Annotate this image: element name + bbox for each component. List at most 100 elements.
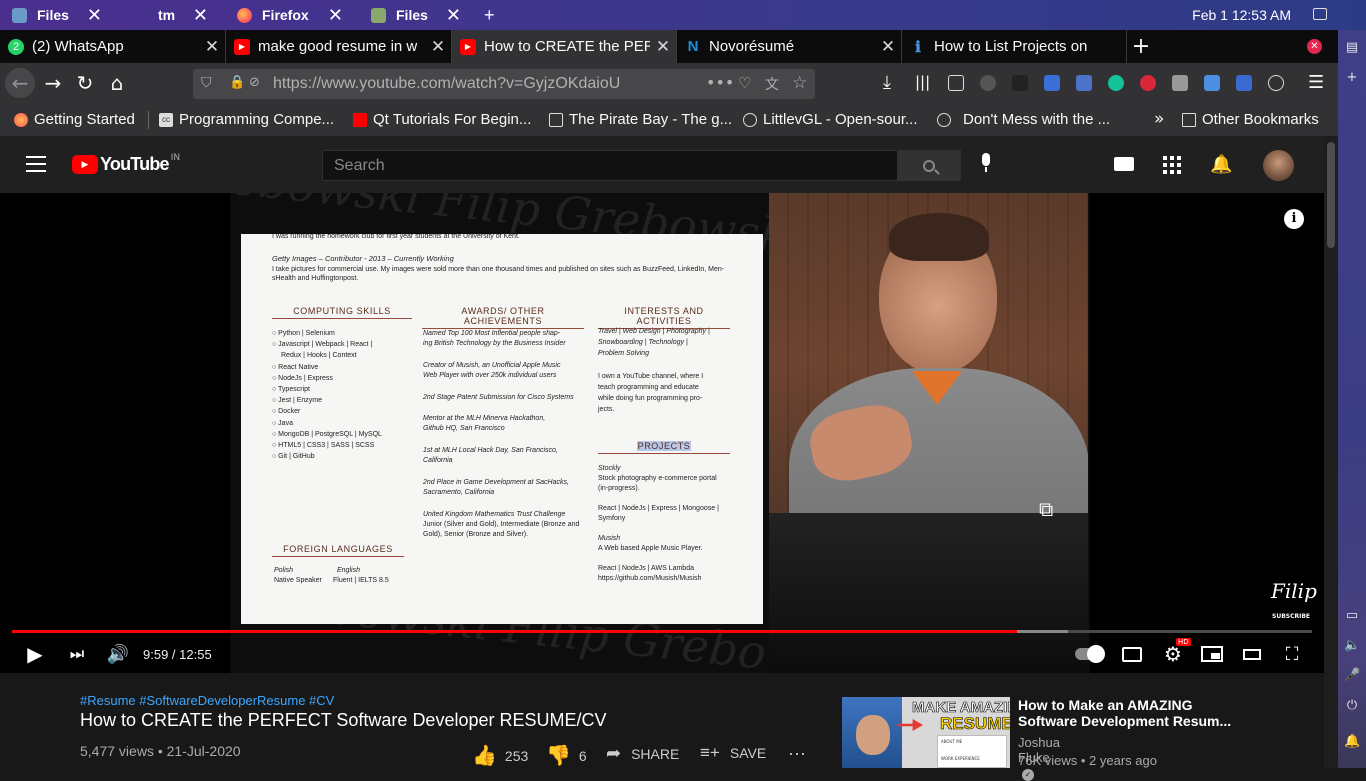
award-item: 1st at MLH Local Hack Day, San Francisco… [423,447,558,454]
miniplayer-toggle-icon[interactable]: ⧉ [1039,497,1067,521]
taskbar-task-tm[interactable]: tm ✕ [158,0,208,30]
tab-whatsapp[interactable]: 2 (2) WhatsApp ✕ [0,30,226,63]
add-icon[interactable]: + [1344,70,1360,86]
extension-grid-icon[interactable] [1172,75,1188,91]
create-video-icon[interactable] [1114,157,1134,171]
extension-dark-icon[interactable] [1012,75,1028,91]
share-button[interactable]: ➦ SHARE [606,743,679,764]
close-tab-icon[interactable]: ✕ [650,37,676,57]
volume-icon[interactable]: 🔈 [1344,638,1360,654]
bookmark-star-icon[interactable]: ☆ [792,73,807,93]
like-button[interactable]: 👍 253 [472,743,528,768]
youtube-logo[interactable]: ▶ YouTube IN [72,153,180,175]
taskbar-task-files[interactable]: Files ✕ [12,0,102,30]
save-button[interactable]: ≡+ SAVE [700,743,766,763]
tab-novoresume[interactable]: N Novorésumé ✕ [677,30,902,63]
fullscreen-button[interactable]: ⛶ [1280,641,1304,667]
recommended-thumbnail[interactable]: MAKE AMAZING RESUMES ABOUT ME WORK EXPER… [842,697,1010,768]
shield-icon[interactable]: ⛉ [201,75,212,91]
home-button[interactable]: ⌂ [102,68,132,98]
taskbar-task-files-2[interactable]: Files ✕ [371,0,461,30]
recommended-title[interactable]: How to Make an AMAZING Software Developm… [1018,697,1238,729]
extension-screen-icon[interactable] [1076,75,1092,91]
reload-button[interactable]: ↻ [70,68,100,98]
extension-translate-icon[interactable] [1204,75,1220,91]
bookmark-littlevgl[interactable]: LittlevGL - Open-sour... [743,103,918,136]
sidebar-icon[interactable] [948,75,964,91]
extension-d-icon[interactable] [1140,75,1156,91]
chevron-right-icon[interactable]: » [1154,109,1164,129]
hamburger-menu-icon[interactable] [26,156,46,172]
google-translate-icon[interactable] [1236,75,1252,91]
close-tab-icon[interactable]: ✕ [199,37,225,57]
project-item: React | NodeJs | Express | Mongoose | [598,505,719,512]
close-tab-icon[interactable]: ✕ [425,37,451,57]
pocket-icon[interactable]: ♡ [738,74,751,92]
address-bar[interactable]: ⛉ 🔒 ⊘ https://www.youtube.com/watch?v=Gy… [193,69,815,99]
extension-list-icon[interactable] [1044,75,1060,91]
taskbar-task-label: Firefox [262,7,309,23]
search-input[interactable]: Search [322,150,898,181]
lock-icon[interactable]: 🔒 [229,75,245,90]
bookmark-dont-mess[interactable]: Don't Mess with the ... [937,103,1110,136]
tab-how-to-list-projects[interactable]: ℹ How to List Projects on [902,30,1127,63]
voice-search-icon[interactable] [978,153,994,177]
other-bookmarks[interactable]: Other Bookmarks [1182,103,1319,136]
subtitles-icon [1122,646,1142,662]
new-task-button[interactable]: + [484,0,500,30]
window-list-icon[interactable]: ▤ [1344,40,1360,56]
close-tab-icon[interactable]: ✕ [875,37,901,57]
power-icon[interactable]: ⏻ [1344,698,1360,714]
play-button[interactable]: ▶ [24,641,46,667]
notification-bell-icon[interactable]: 🔔 [1344,734,1360,750]
permissions-icon[interactable]: ⊘ [249,75,260,90]
downloads-icon[interactable]: ⤓ [883,72,891,93]
info-card-icon[interactable]: i [1284,209,1304,229]
theater-mode-button[interactable] [1241,641,1263,667]
window-icon[interactable] [1313,8,1327,20]
close-icon[interactable]: ✕ [446,5,461,26]
page-actions-icon[interactable]: ••• [706,73,734,92]
tab-how-to-create[interactable]: ▶ How to CREATE the PERI ✕ [452,30,677,63]
close-icon[interactable]: ✕ [328,5,343,26]
microphone-icon[interactable]: 🎤 [1344,668,1360,684]
progress-bar[interactable] [12,630,1312,633]
back-button[interactable]: ← [5,68,35,98]
bookmark-qt-tutorials[interactable]: Qt Tutorials For Begin... [353,103,531,136]
bookmark-programming-compe[interactable]: cc Programming Compe... [159,103,334,136]
react-devtools-icon[interactable] [1268,75,1284,91]
taskbar-task-firefox[interactable]: Firefox ✕ [237,0,343,30]
url-text[interactable]: https://www.youtube.com/watch?v=GyjzOKda… [273,75,620,93]
apps-grid-icon[interactable] [1163,156,1181,174]
new-tab-button[interactable]: + [1130,34,1152,59]
user-avatar[interactable] [1263,150,1294,181]
close-icon[interactable]: ✕ [87,5,102,26]
dislike-button[interactable]: 👎 6 [546,743,587,768]
autoplay-toggle[interactable] [1073,641,1105,667]
screen-icon[interactable]: ▭ [1344,608,1360,624]
extension-avatar-icon[interactable] [980,75,996,91]
more-actions-icon[interactable]: ··· [788,743,806,764]
translate-icon[interactable]: 文 [765,74,779,94]
video-player[interactable]: ebowski Filip Grebowski Filip Grebowski … [0,193,1324,673]
bookmark-getting-started[interactable]: Getting Started [14,103,135,136]
subtitles-button[interactable] [1121,641,1143,667]
hashtags[interactable]: #Resume #SoftwareDeveloperResume #CV [80,693,334,708]
notifications-bell-icon[interactable]: 🔔 [1210,154,1232,175]
presenter-video-frame: ⧉ [769,193,1088,673]
next-video-button[interactable]: ⏭ [66,641,88,667]
volume-button[interactable]: 🔊 [105,641,131,667]
tab-make-good-resume[interactable]: ▶ make good resume in w ✕ [226,30,452,63]
search-button[interactable] [897,150,961,181]
forward-button[interactable]: → [38,68,68,98]
close-icon[interactable]: ✕ [193,5,208,26]
bookmark-pirate-bay[interactable]: The Pirate Bay - The g... [549,103,732,136]
close-window-icon[interactable]: ✕ [1307,39,1322,54]
grammarly-icon[interactable] [1108,75,1124,91]
menu-icon[interactable]: ☰ [1308,72,1324,93]
page-scrollbar[interactable] [1324,136,1338,768]
miniplayer-button[interactable] [1200,641,1224,667]
channel-watermark[interactable]: Filip [1271,579,1317,603]
library-icon[interactable]: ||| [915,73,930,91]
scrollbar-thumb[interactable] [1327,142,1335,248]
